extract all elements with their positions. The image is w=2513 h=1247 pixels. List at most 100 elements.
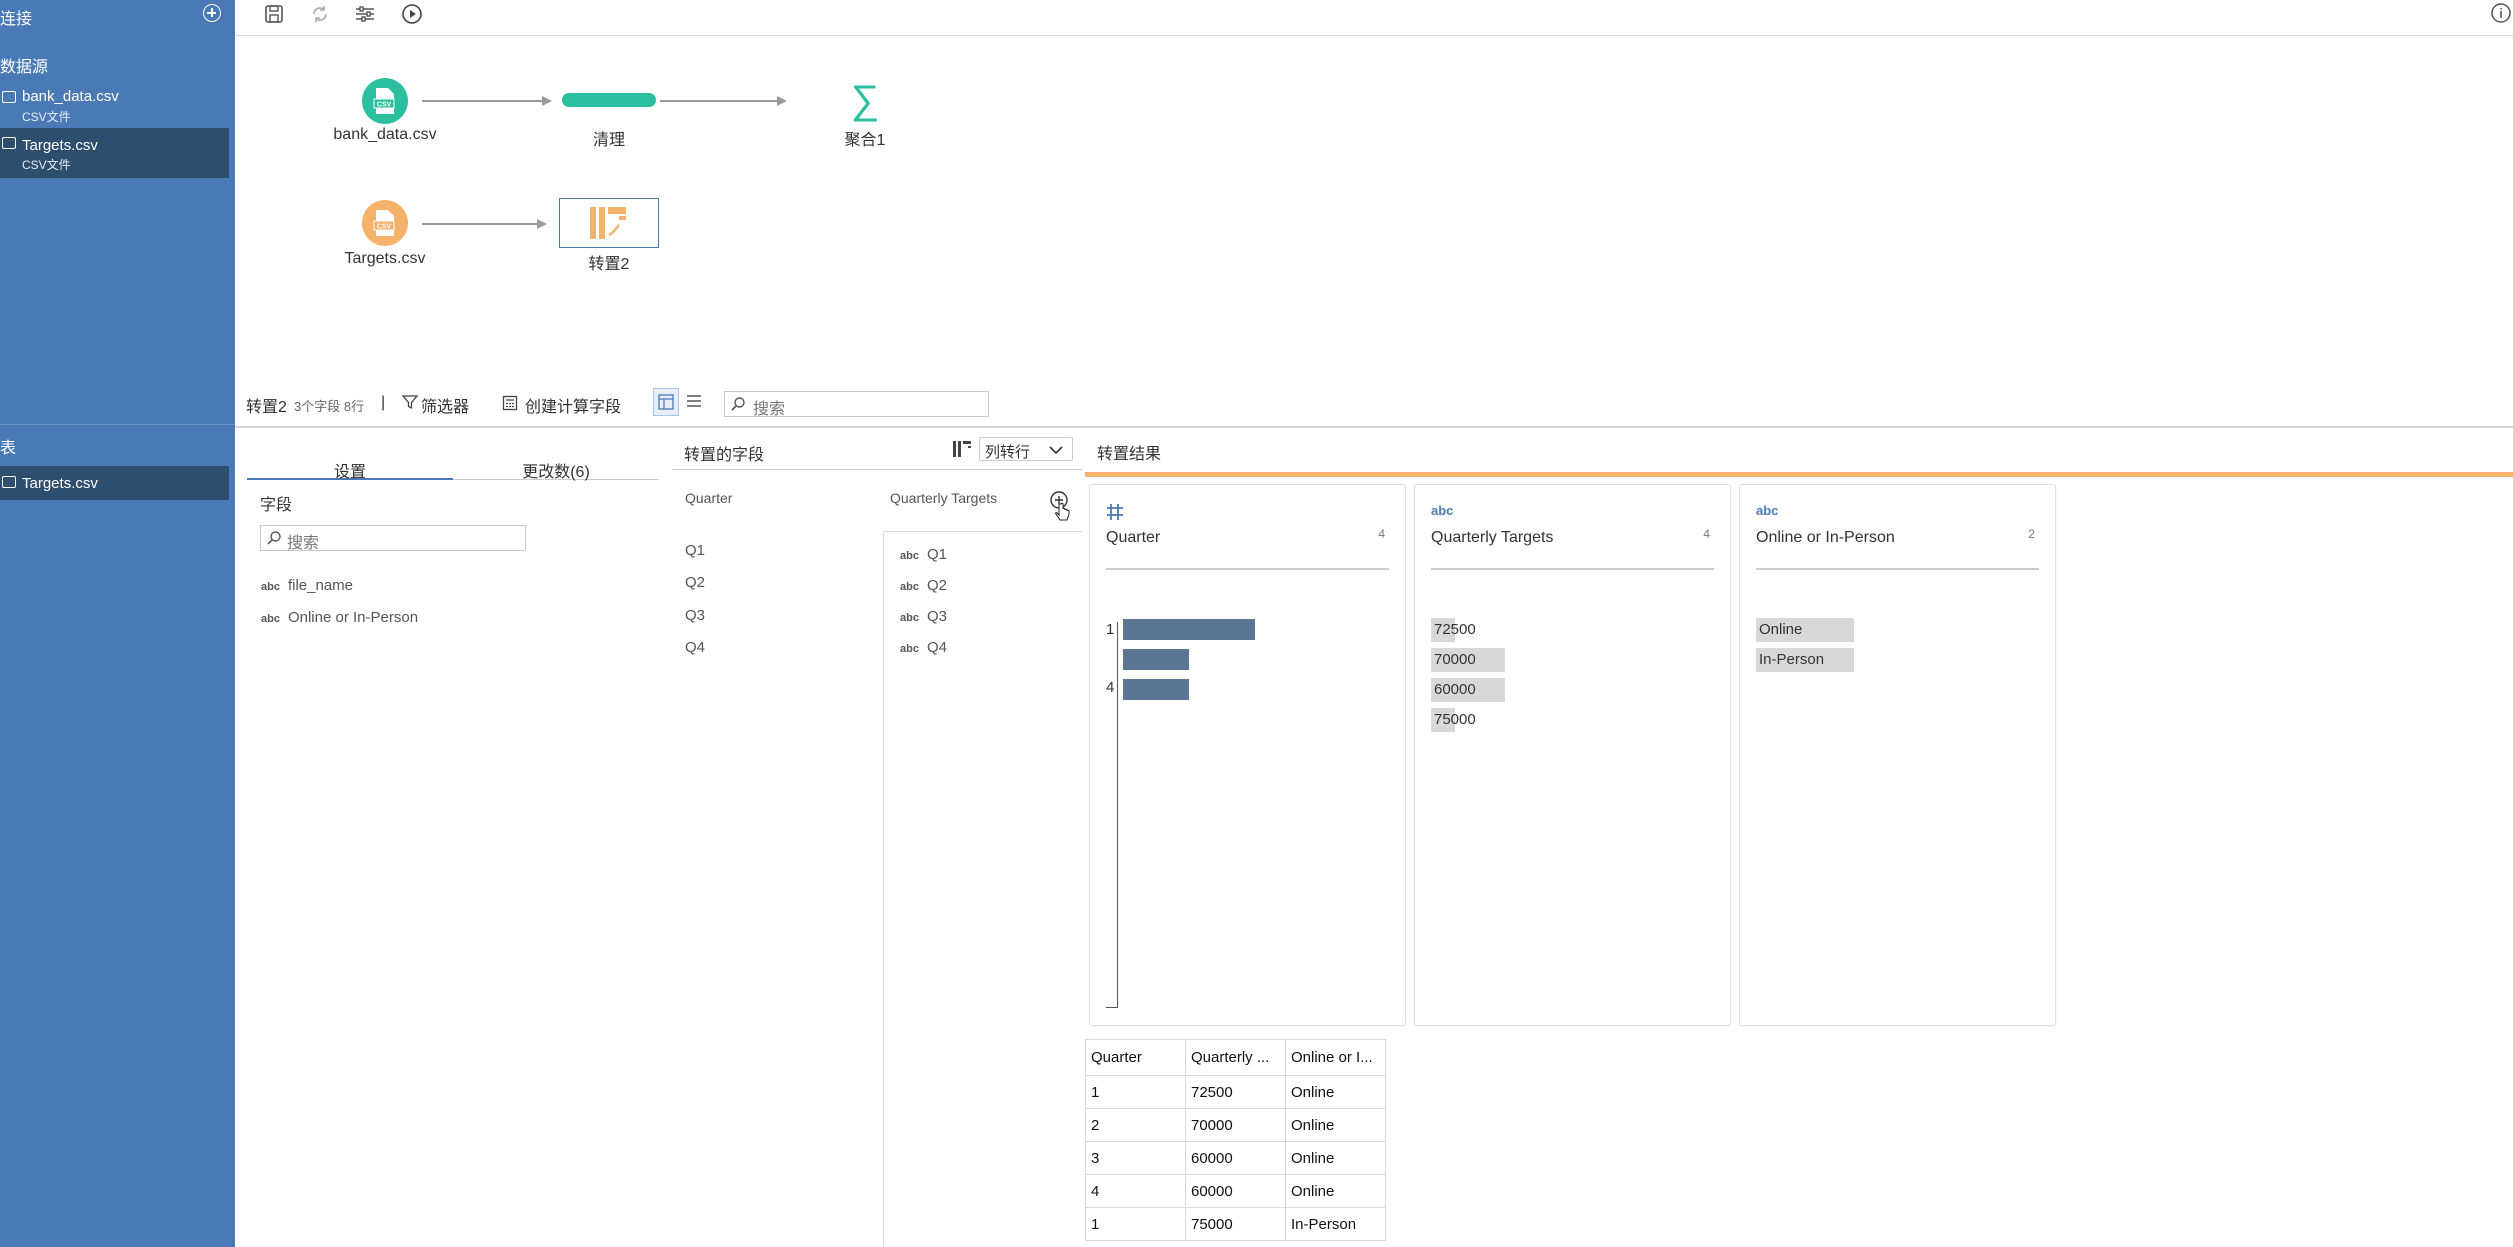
panel-rule — [672, 469, 1082, 470]
csv-file-icon — [2, 91, 16, 103]
table-cell[interactable]: Online — [1285, 1174, 1386, 1208]
input-node-bank-data[interactable]: CSV — [362, 78, 408, 124]
value-bar[interactable]: 75000 — [1431, 708, 1476, 732]
column-header[interactable]: Online or I... — [1285, 1039, 1386, 1076]
list-view-toggle[interactable] — [682, 388, 708, 416]
card-rule — [1756, 568, 2039, 570]
flow-canvas: CSV bank_data.csv 清理 ∑ 聚合1 CSV Targets.c… — [235, 36, 2513, 426]
profile-card-online-or-in-person[interactable]: abc Online or In-Person 2 Online In-Pers… — [1739, 484, 2056, 1026]
datasource-name: bank_data.csv — [22, 88, 119, 105]
table-row: 3 60000 Online — [1085, 1141, 1386, 1175]
field-item-online-or-in-person[interactable]: abc Online or In-Person — [261, 609, 418, 626]
run-flow-icon[interactable] — [400, 2, 424, 26]
pivot-step-node[interactable] — [559, 198, 659, 248]
column-header[interactable]: Quarter — [1085, 1039, 1186, 1076]
string-type-icon: abc — [900, 643, 919, 655]
value-bar[interactable]: 70000 — [1431, 648, 1505, 672]
info-icon[interactable] — [2490, 2, 2512, 24]
top-toolbar: 发布 — [235, 0, 2513, 36]
table-cell[interactable]: 3 — [1085, 1141, 1186, 1175]
table-header-row: Quarter Quarterly ... Online or I... — [1085, 1039, 1386, 1076]
table-item-targets[interactable]: Targets.csv — [0, 466, 229, 500]
tab-settings[interactable]: 设置 — [247, 442, 453, 481]
add-connection-icon[interactable] — [203, 4, 221, 22]
step-search-field[interactable]: 搜索 — [724, 391, 989, 418]
table-cell[interactable]: Online — [1285, 1075, 1386, 1109]
grid-view-icon — [658, 394, 674, 410]
filter-label: 筛选器 — [421, 399, 470, 416]
card-count: 2 — [2028, 527, 2035, 541]
datasources-header: 数据源 — [0, 59, 49, 76]
dropdown-value: 列转行 — [985, 444, 1031, 461]
sidebar-divider — [0, 424, 235, 425]
card-count: 4 — [1378, 527, 1385, 541]
quarter-value-q1[interactable]: Q1 — [685, 542, 705, 559]
node-label: Targets.csv — [344, 250, 426, 267]
table-cell[interactable]: 2 — [1085, 1108, 1186, 1142]
dropdown-box: 列转行 — [979, 437, 1073, 461]
datasource-item-targets[interactable]: Targets.csv CSV文件 — [0, 128, 229, 178]
axis-tick — [1106, 1007, 1118, 1008]
refresh-icon[interactable] — [308, 2, 332, 26]
table-cell[interactable]: 60000 — [1185, 1141, 1286, 1175]
table-cell[interactable]: 4 — [1085, 1174, 1186, 1208]
pivoted-field-q2[interactable]: abc Q2 — [900, 577, 947, 594]
string-type-icon: abc — [900, 550, 919, 562]
table-cell[interactable]: 70000 — [1185, 1108, 1286, 1142]
search-placeholder: 搜索 — [753, 401, 786, 418]
column-header[interactable]: Quarterly ... — [1185, 1039, 1286, 1076]
table-cell[interactable]: Online — [1285, 1108, 1386, 1142]
quarter-value-q2[interactable]: Q2 — [685, 574, 705, 591]
results-accent-bar — [1085, 472, 2513, 477]
histogram-bar[interactable] — [1123, 679, 1189, 700]
table-cell[interactable]: 1 — [1085, 1075, 1186, 1109]
search-icon — [731, 397, 745, 411]
settings-sliders-icon[interactable] — [353, 2, 377, 26]
profile-card-quarterly-targets[interactable]: abc Quarterly Targets 4 72500 70000 6000… — [1414, 484, 1731, 1026]
pivoted-field-q1[interactable]: abc Q1 — [900, 546, 947, 563]
pivoted-field-q4[interactable]: abc Q4 — [900, 639, 947, 656]
csv-file-icon: CSV — [373, 88, 395, 114]
string-type-icon: abc — [261, 581, 280, 593]
table-cell[interactable]: Online — [1285, 1141, 1386, 1175]
profile-view-toggle[interactable] — [653, 388, 679, 416]
create-calc-field-label: 创建计算字段 — [525, 399, 622, 416]
table-cell[interactable]: 75000 — [1185, 1207, 1286, 1241]
value-bar[interactable]: 60000 — [1431, 678, 1505, 702]
histogram-bar[interactable] — [1123, 619, 1255, 640]
field-item-file-name[interactable]: abc file_name — [261, 577, 353, 594]
string-type-icon: abc — [900, 581, 919, 593]
profile-card-quarter[interactable]: Quarter 4 1 4 — [1089, 484, 1406, 1026]
field-name: Online or In-Person — [287, 609, 419, 626]
clean-step-node[interactable] — [562, 93, 656, 107]
value-bar[interactable]: In-Person — [1756, 648, 1854, 672]
table-cell[interactable]: 1 — [1085, 1207, 1186, 1241]
col-header-quarter: Quarter — [685, 490, 733, 506]
input-node-targets[interactable]: CSV — [362, 200, 408, 246]
pivot-mode-dropdown[interactable]: 列转行 — [952, 436, 1082, 464]
histogram-bar[interactable] — [1123, 649, 1189, 670]
pivot-icon — [953, 441, 971, 457]
tab-changes[interactable]: 更改数(6) — [453, 442, 659, 481]
table-cell[interactable]: In-Person — [1285, 1207, 1386, 1241]
card-title: Online or In-Person — [1756, 529, 1895, 546]
quarter-value-q4[interactable]: Q4 — [685, 639, 705, 656]
filter-icon — [402, 395, 418, 410]
step-meta: 3个字段 8行 — [294, 399, 365, 414]
value-bar[interactable]: 72500 — [1431, 618, 1476, 642]
table-cell[interactable]: 60000 — [1185, 1174, 1286, 1208]
quarter-value-q3[interactable]: Q3 — [685, 607, 705, 624]
table-cell[interactable]: 72500 — [1185, 1075, 1286, 1109]
list-icon — [687, 395, 701, 407]
table-row: 1 75000 In-Person — [1085, 1207, 1386, 1241]
fields-search-field[interactable]: 搜索 — [260, 525, 526, 552]
csv-file-icon: CSV — [373, 210, 395, 236]
number-type-icon — [1107, 504, 1123, 520]
save-icon[interactable] — [262, 2, 286, 26]
datasource-item-bank-data[interactable]: bank_data.csv CSV文件 — [0, 82, 229, 132]
sigma-aggregate-icon[interactable]: ∑ — [842, 78, 888, 124]
pivoted-fields-title: 转置的字段 — [684, 447, 765, 464]
value-bar[interactable]: Online — [1756, 618, 1854, 642]
card-rule — [1106, 568, 1389, 570]
pivoted-field-q3[interactable]: abc Q3 — [900, 608, 947, 625]
